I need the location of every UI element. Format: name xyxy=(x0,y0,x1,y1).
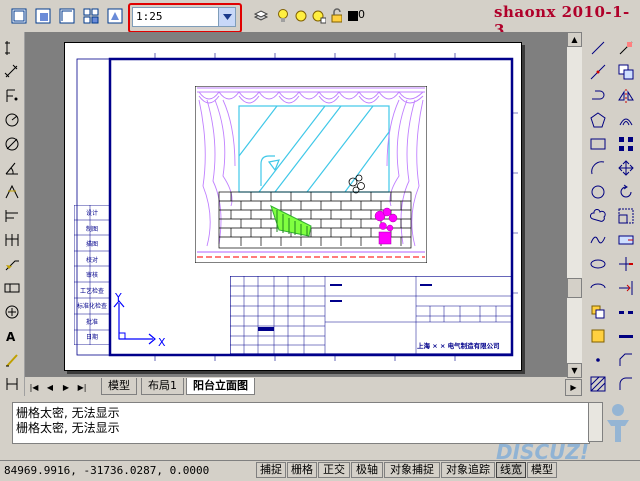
tab-balcony-elevation[interactable]: 阳台立面图 xyxy=(186,378,255,395)
join-icon[interactable] xyxy=(616,326,636,346)
ellipse-arc-icon[interactable] xyxy=(588,278,608,298)
svg-text:A: A xyxy=(6,330,16,344)
offset-icon[interactable] xyxy=(616,110,636,130)
grid-toggle[interactable]: 栅格 xyxy=(287,462,317,478)
center-mark-icon[interactable] xyxy=(2,302,22,322)
osnap-toggle[interactable]: 对象捕捉 xyxy=(384,462,440,478)
circle-icon[interactable] xyxy=(588,182,608,202)
dimension-edit-icon[interactable]: A xyxy=(2,326,22,346)
scroll-down-icon[interactable]: ▼ xyxy=(567,363,582,378)
leader-icon[interactable] xyxy=(2,254,22,274)
chevron-down-icon[interactable] xyxy=(218,8,235,26)
chamfer-icon[interactable] xyxy=(616,350,636,370)
dimension-radius-icon[interactable] xyxy=(2,110,22,130)
tab-model[interactable]: 模型 xyxy=(101,378,137,395)
right-toolbars xyxy=(582,32,640,396)
otrack-toggle[interactable]: 对象追踪 xyxy=(441,462,495,478)
viewport-scale-value: 1:25 xyxy=(136,10,163,23)
construction-line-icon[interactable] xyxy=(588,62,608,82)
mirror-icon[interactable] xyxy=(616,86,636,106)
ortho-toggle[interactable]: 正交 xyxy=(318,462,350,478)
vertical-scrollbar[interactable]: ▲ ▼ xyxy=(567,32,582,378)
dimension-ordinate-icon[interactable] xyxy=(2,86,22,106)
ucs-y-label: Y xyxy=(115,291,122,304)
layer-manager-icon[interactable] xyxy=(250,5,272,27)
baseline-dimension-icon[interactable] xyxy=(2,206,22,226)
scroll-up-icon[interactable]: ▲ xyxy=(567,32,582,47)
make-block-icon[interactable] xyxy=(588,326,608,346)
rotate-icon[interactable] xyxy=(616,182,636,202)
command-scrollbar[interactable] xyxy=(588,402,603,442)
point-icon[interactable] xyxy=(588,350,608,370)
trim-icon[interactable] xyxy=(616,254,636,274)
dimension-vertical-icon[interactable] xyxy=(2,38,22,58)
hatch-icon[interactable] xyxy=(588,374,608,394)
person-logo-icon xyxy=(603,402,633,442)
spline-icon[interactable] xyxy=(588,230,608,250)
dimension-text-edit-icon[interactable] xyxy=(2,350,22,370)
title-block-company: 上海 × × 电气制造有限公司 xyxy=(417,342,500,350)
viewport-scale-dropdown[interactable]: 1:25 xyxy=(128,3,242,33)
multi-viewport-icon[interactable] xyxy=(80,5,102,27)
paper-sheet: 设计 制图 描图 校对 审核 工艺检查 标准化检查 批准 日期 上海 × × 电… xyxy=(64,42,522,371)
dimension-update-icon[interactable] xyxy=(2,374,22,394)
last-tab-icon[interactable]: ▶| xyxy=(75,380,89,394)
fillet-icon[interactable] xyxy=(616,374,636,394)
scroll-right-icon[interactable]: ▶ xyxy=(565,379,582,396)
move-icon[interactable] xyxy=(616,158,636,178)
erase-icon[interactable] xyxy=(616,38,636,58)
ellipse-icon[interactable] xyxy=(588,254,608,274)
standard-toolbar: 1:25 0 shaonx 2010-1-3 xyxy=(0,0,640,39)
dimension-angular-icon[interactable] xyxy=(2,158,22,178)
side-table-labels: 设计 制图 描图 校对 审核 工艺检查 标准化检查 批准 日期 xyxy=(76,210,107,341)
polar-toggle[interactable]: 极轴 xyxy=(351,462,383,478)
rectangle-icon[interactable] xyxy=(588,134,608,154)
continue-dimension-icon[interactable] xyxy=(2,230,22,250)
left-toolbar: A xyxy=(0,32,25,396)
scale-icon[interactable] xyxy=(616,206,636,226)
stretch-icon[interactable] xyxy=(616,230,636,250)
line-icon[interactable] xyxy=(588,38,608,58)
tab-layout1[interactable]: 布局1 xyxy=(141,378,184,395)
snap-toggle[interactable]: 捕捉 xyxy=(256,462,286,478)
command-line: 栅格太密, 无法显示 xyxy=(16,406,120,420)
revision-cloud-icon[interactable] xyxy=(588,206,608,226)
extend-icon[interactable] xyxy=(616,278,636,298)
previous-tab-icon[interactable]: ◀ xyxy=(43,380,57,394)
quick-dimension-icon[interactable] xyxy=(2,182,22,202)
polyline-icon[interactable] xyxy=(588,86,608,106)
current-layer-name: 0 xyxy=(358,8,365,21)
model-toggle[interactable]: 模型 xyxy=(527,462,557,478)
next-tab-icon[interactable]: ▶ xyxy=(59,380,73,394)
layout-tab-bar: |◀ ◀ ▶ ▶| 模型 布局1 阳台立面图 ▶ xyxy=(25,376,582,397)
grid-window-icon[interactable] xyxy=(8,5,30,27)
balcony-elevation-drawing xyxy=(195,86,427,263)
lineweight-toggle[interactable]: 线宽 xyxy=(496,462,526,478)
break-icon[interactable] xyxy=(616,302,636,322)
dimension-aligned-icon[interactable] xyxy=(2,62,22,82)
arc-icon[interactable] xyxy=(588,158,608,178)
dimension-diameter-icon[interactable] xyxy=(2,134,22,154)
command-history[interactable]: 栅格太密, 无法显示 栅格太密, 无法显示 xyxy=(12,402,590,444)
insert-block-icon[interactable] xyxy=(588,302,608,322)
first-tab-icon[interactable]: |◀ xyxy=(27,380,41,394)
clip-viewport-icon[interactable] xyxy=(104,5,126,27)
coordinate-readout: 84969.9916, -31736.0287, 0.0000 xyxy=(4,464,210,477)
copy-icon[interactable] xyxy=(616,62,636,82)
ucs-x-label: X xyxy=(158,336,166,349)
command-line: 栅格太密, 无法显示 xyxy=(16,421,120,435)
scroll-thumb[interactable] xyxy=(567,278,582,298)
tolerance-icon[interactable] xyxy=(2,278,22,298)
array-icon[interactable] xyxy=(616,134,636,154)
viewport-window-icon[interactable] xyxy=(32,5,54,27)
polygon-icon[interactable] xyxy=(588,110,608,130)
viewport-layout-icon[interactable] xyxy=(56,5,78,27)
